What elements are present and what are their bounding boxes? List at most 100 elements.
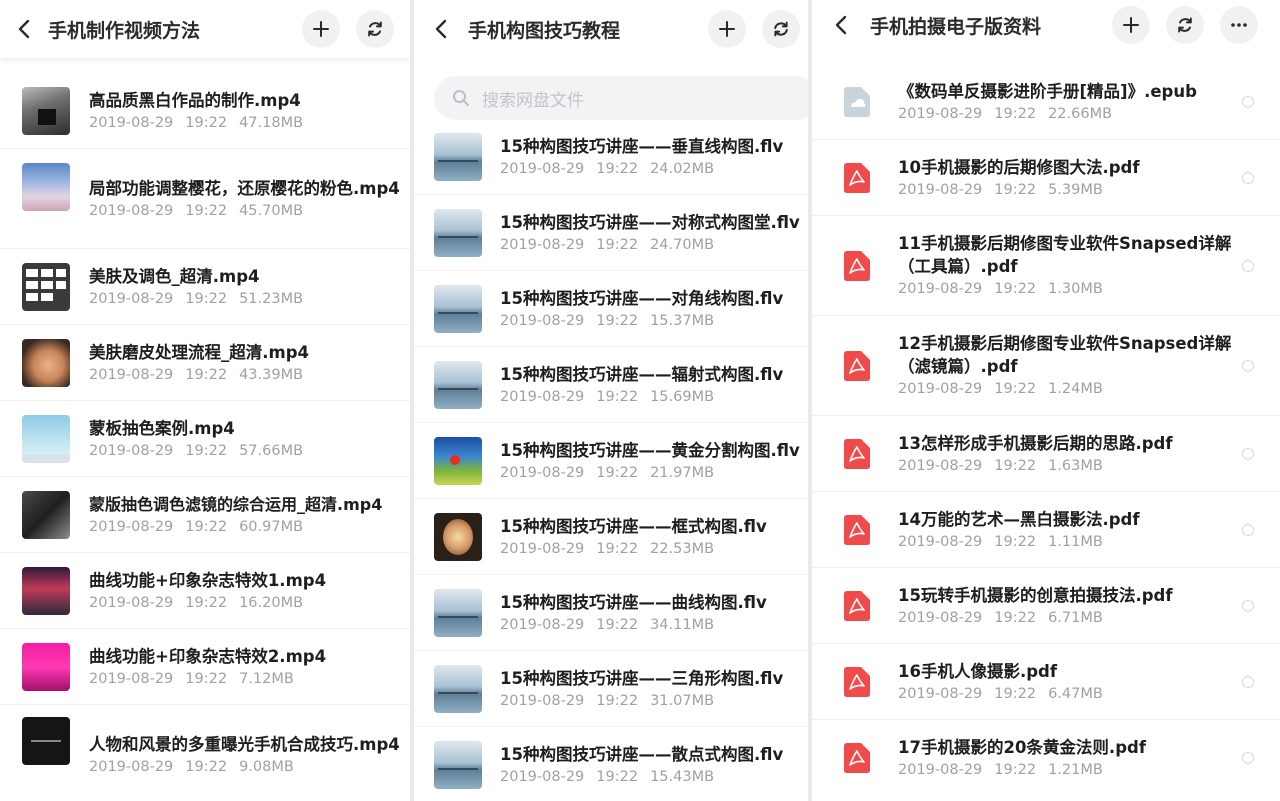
file-time: 19:22	[994, 181, 1037, 198]
list-item[interactable]: 15种构图技巧讲座——对称式构图堂.flv 2019-08-29 19:22 24.…	[414, 195, 808, 271]
list-item[interactable]: 15种构图技巧讲座——框式构图.flv 2019-08-29 19:22 22.53…	[414, 499, 808, 575]
plus-icon	[719, 21, 735, 37]
back-button[interactable]	[812, 0, 870, 50]
file-name: 16手机人像摄影.pdf	[898, 661, 1058, 681]
file-date: 2019-08-29	[500, 616, 585, 633]
file-meta: 2019-08-29 19:22 1.11MB	[898, 531, 1236, 553]
pdf-file-icon	[844, 163, 870, 193]
video-thumbnail	[434, 589, 482, 637]
select-radio[interactable]	[1242, 448, 1254, 460]
file-date: 2019-08-29	[500, 236, 585, 253]
file-meta: 2019-08-29 19:22 22.53MB	[500, 538, 808, 560]
back-button[interactable]	[414, 0, 468, 58]
plus-icon	[1123, 17, 1139, 33]
file-name: 曲线功能+印象杂志特效2.mp4	[89, 646, 327, 666]
file-time: 19:22	[185, 670, 228, 687]
refresh-button[interactable]	[356, 10, 394, 48]
file-name: 12手机摄影后期修图专业软件Snapsed详解（滤镜篇）.pdf	[898, 334, 1232, 376]
select-radio[interactable]	[1242, 96, 1254, 108]
file-name: 蒙版抽色调色滤镜的综合运用_超清.mp4	[89, 494, 383, 514]
list-item[interactable]: 曲线功能+印象杂志特效2.mp4 2019-08-29 19:22 7.12MB	[0, 629, 410, 705]
list-item[interactable]: 13怎样形成手机摄影后期的思路.pdf 2019-08-29 19:22 1.63M…	[812, 416, 1280, 492]
file-meta: 2019-08-29 19:22 1.21MB	[898, 759, 1236, 781]
list-item[interactable]: 15种构图技巧讲座——对角线构图.flv 2019-08-29 19:22 15.3…	[414, 271, 808, 347]
pdf-file-icon	[844, 591, 870, 621]
file-date: 2019-08-29	[500, 464, 585, 481]
file-size: 45.70MB	[239, 202, 304, 219]
list-item[interactable]: 16手机人像摄影.pdf 2019-08-29 19:22 6.47MB	[812, 644, 1280, 720]
refresh-button[interactable]	[762, 10, 800, 48]
file-size: 1.30MB	[1048, 281, 1103, 297]
file-meta: 2019-08-29 19:22 24.02MB	[500, 158, 808, 180]
back-arrow-icon	[835, 15, 847, 35]
list-item[interactable]: 美肤磨皮处理流程_超清.mp4 2019-08-29 19:22 43.39MB	[0, 325, 410, 401]
list-item[interactable]: 曲线功能+印象杂志特效1.mp4 2019-08-29 19:22 16.20MB	[0, 553, 410, 629]
list-item[interactable]: 美肤及调色_超清.mp4 2019-08-29 19:22 51.23MB	[0, 249, 410, 325]
file-date: 2019-08-29	[89, 594, 174, 611]
video-thumbnail	[434, 285, 482, 333]
select-radio[interactable]	[1242, 260, 1254, 272]
select-radio[interactable]	[1242, 752, 1254, 764]
select-radio[interactable]	[1242, 172, 1254, 184]
file-size: 22.66MB	[1048, 105, 1113, 122]
file-size: 21.97MB	[650, 464, 715, 481]
file-meta: 2019-08-29 19:22 6.47MB	[898, 683, 1236, 705]
file-meta: 2019-08-29 19:22 15.37MB	[500, 310, 808, 332]
search-placeholder: 搜索网盘文件	[482, 90, 584, 111]
list-item[interactable]: 15种构图技巧讲座——黄金分割构图.flv 2019-08-29 19:22 21.…	[414, 423, 808, 499]
list-item[interactable]: 10手机摄影的后期修图大法.pdf 2019-08-29 19:22 5.39MB	[812, 140, 1280, 216]
select-radio[interactable]	[1242, 676, 1254, 688]
more-button[interactable]	[1220, 6, 1258, 44]
add-button[interactable]	[302, 10, 340, 48]
back-button[interactable]	[0, 0, 48, 58]
list-item[interactable]: 15种构图技巧讲座——辐射式构图.flv 2019-08-29 19:22 15.6…	[414, 347, 808, 423]
file-meta: 2019-08-29 19:22 51.23MB	[89, 288, 404, 310]
file-size: 1.63MB	[1048, 457, 1103, 474]
list-item[interactable]: 人物和风景的多重曝光手机合成技巧.mp4 2019-08-29 19:22 9.08…	[0, 705, 410, 801]
file-date: 2019-08-29	[89, 442, 174, 459]
add-button[interactable]	[708, 10, 746, 48]
list-item[interactable]: 15种构图技巧讲座——垂直线构图.flv 2019-08-29 19:22 24.0…	[414, 119, 808, 195]
list-item[interactable]: 12手机摄影后期修图专业软件Snapsed详解（滤镜篇）.pdf 2019-08…	[812, 316, 1280, 416]
list-item[interactable]: 《数码单反摄影进阶手册[精品]》.epub 2019-08-29 19:22 22.…	[812, 64, 1280, 140]
file-name: 15种构图技巧讲座——黄金分割构图.flv	[500, 440, 800, 460]
file-name: 15种构图技巧讲座——辐射式构图.flv	[500, 364, 784, 384]
list-item[interactable]: 15种构图技巧讲座——三角形构图.flv 2019-08-29 19:22 31.0…	[414, 651, 808, 727]
file-time: 19:22	[596, 388, 639, 405]
pdf-file-icon	[844, 515, 870, 545]
list-item[interactable]: 15种构图技巧讲座——曲线构图.flv 2019-08-29 19:22 34.11…	[414, 575, 808, 651]
list-item[interactable]: 17手机摄影的20条黄金法则.pdf 2019-08-29 19:22 1.21MB	[812, 720, 1280, 796]
list-item[interactable]: 15玩转手机摄影的创意拍摄技法.pdf 2019-08-29 19:22 6.71M…	[812, 568, 1280, 644]
list-item[interactable]: 局部功能调整樱花，还原樱花的粉色.mp4 2019-08-29 19:22 45.7…	[0, 149, 410, 249]
list-item[interactable]: 14万能的艺术—黑白摄影法.pdf 2019-08-29 19:22 1.11MB	[812, 492, 1280, 568]
file-time: 19:22	[185, 202, 228, 219]
select-radio[interactable]	[1242, 600, 1254, 612]
video-thumbnail	[22, 163, 70, 211]
file-meta: 2019-08-29 19:22 21.97MB	[500, 462, 808, 484]
file-time: 19:22	[596, 692, 639, 709]
file-date: 2019-08-29	[89, 518, 174, 535]
search-input[interactable]: 搜索网盘文件	[434, 76, 808, 120]
list-item[interactable]: 高品质黑白作品的制作.mp4 2019-08-29 19:22 47.18MB	[0, 73, 410, 149]
select-radio[interactable]	[1242, 524, 1254, 536]
file-time: 19:22	[596, 312, 639, 329]
list-item[interactable]: 蒙板抽色案例.mp4 2019-08-29 19:22 57.66MB	[0, 401, 410, 477]
list-item[interactable]: 蒙版抽色调色滤镜的综合运用_超清.mp4 2019-08-29 19:22 60.9…	[0, 477, 410, 553]
list-item[interactable]: 11手机摄影后期修图专业软件Snapsed详解（工具篇）.pdf 2019-08…	[812, 216, 1280, 316]
add-button[interactable]	[1112, 6, 1150, 44]
select-radio[interactable]	[1242, 360, 1254, 372]
refresh-icon	[368, 21, 382, 37]
file-meta: 2019-08-29 19:22 31.07MB	[500, 690, 808, 712]
pdf-file-icon	[844, 351, 870, 381]
list-item[interactable]: 15种构图技巧讲座——散点式构图.flv 2019-08-29 19:22 15.4…	[414, 727, 808, 801]
file-size: 15.43MB	[650, 768, 715, 785]
file-date: 2019-08-29	[898, 181, 983, 198]
refresh-button[interactable]	[1166, 6, 1204, 44]
file-meta: 2019-08-29 19:22 1.63MB	[898, 455, 1236, 477]
video-thumbnail	[434, 665, 482, 713]
file-meta: 2019-08-29 19:22 43.39MB	[89, 364, 404, 386]
file-name: 人物和风景的多重曝光手机合成技巧.mp4	[89, 734, 400, 754]
file-size: 43.39MB	[239, 366, 304, 383]
file-name: 蒙板抽色案例.mp4	[89, 418, 235, 438]
file-time: 19:22	[596, 540, 639, 557]
